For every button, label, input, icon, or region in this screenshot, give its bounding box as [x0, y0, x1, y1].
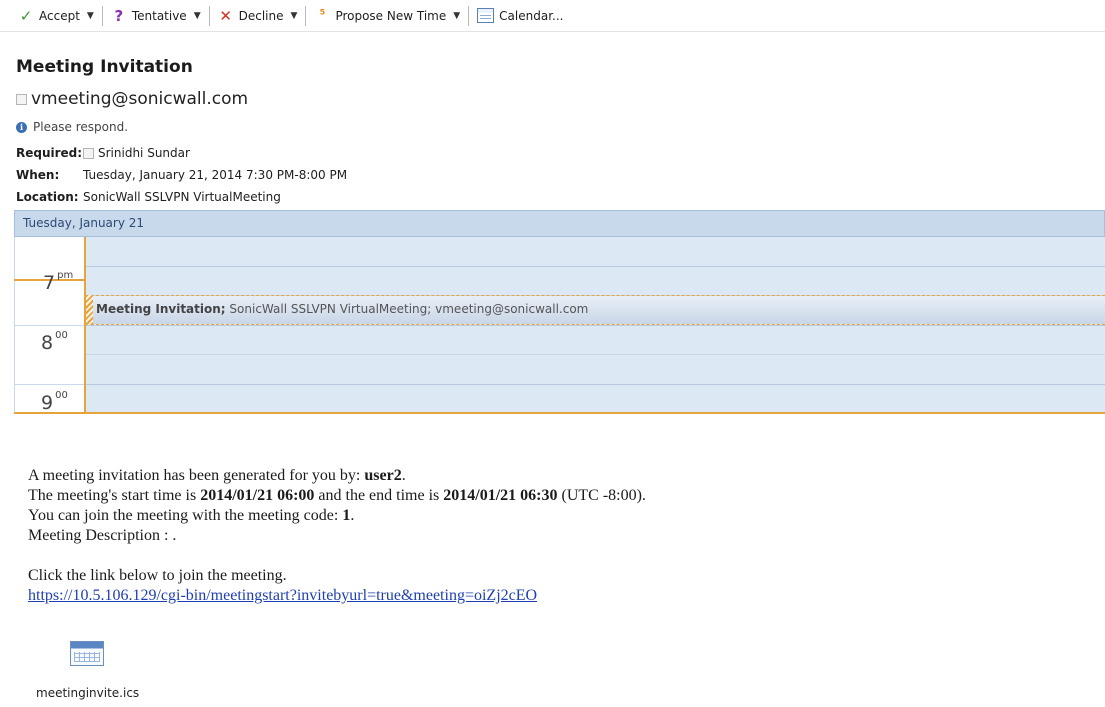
time-gutter — [14, 237, 85, 413]
when-value: Tuesday, January 21, 2014 7:30 PM-8:00 P… — [83, 168, 348, 182]
accept-label: Accept — [39, 8, 80, 23]
body-text: . — [401, 467, 406, 484]
attendee-presence-icon — [83, 147, 94, 159]
time-label-7pm: 7 pm — [43, 270, 74, 294]
calendar-bottom-border — [14, 412, 1105, 414]
location-label: Location: — [16, 190, 79, 204]
propose-time-icon: ⁵ — [319, 7, 326, 23]
required-attendee[interactable]: Srinidhi Sundar — [98, 146, 190, 160]
hour-suffix: 00 — [55, 330, 68, 341]
calendar-label: Calendar... — [499, 8, 564, 23]
info-bar: i Please respond. — [16, 120, 128, 134]
response-toolbar: ✓ Accept ▼ ? Tentative ▼ ✕ Decline ▼ ⁵ P… — [0, 0, 1105, 32]
body-line-6: https://10.5.106.129/cgi-bin/meetingstar… — [28, 586, 646, 606]
required-value-wrap: Srinidhi Sundar — [83, 146, 190, 160]
propose-label: Propose New Time — [335, 8, 447, 23]
cross-icon: ✕ — [219, 6, 232, 25]
calendar-file-icon — [70, 641, 104, 666]
info-icon: i — [16, 121, 27, 133]
body-line-3: You can join the meeting with the meetin… — [28, 506, 646, 526]
toolbar-separator — [305, 5, 307, 26]
tentative-hatch-marker — [86, 295, 93, 325]
sender-address[interactable]: vmeeting@sonicwall.com — [31, 89, 248, 109]
toolbar-separator — [101, 5, 103, 26]
body-text: You can join the meeting with the meetin… — [28, 507, 343, 524]
end-time: 2014/01/21 06:30 — [443, 487, 558, 504]
gutter-line — [15, 325, 85, 326]
body-text: . — [350, 507, 355, 524]
meeting-link[interactable]: https://10.5.106.129/cgi-bin/meetingstar… — [28, 587, 537, 604]
time-label-9: 9 00 — [41, 390, 68, 414]
hour-suffix: pm — [57, 270, 74, 281]
appointment-details: SonicWall SSLVPN VirtualMeeting; vmeetin… — [229, 302, 589, 316]
when-label: When: — [16, 168, 60, 182]
chevron-down-icon: ▼ — [193, 10, 201, 21]
decline-button[interactable]: ✕ Decline ▼ — [212, 4, 304, 28]
hour-text: 9 — [41, 392, 54, 414]
sender: vmeeting@sonicwall.com — [16, 89, 248, 109]
body-line-2: The meeting's start time is 2014/01/21 0… — [28, 486, 646, 506]
body-text: (UTC -8:00). — [557, 487, 646, 504]
accept-button[interactable]: ✓ Accept ▼ — [12, 4, 100, 28]
location-value: SonicWall SSLVPN VirtualMeeting — [83, 190, 281, 204]
grid-line — [86, 325, 1105, 326]
tentative-button[interactable]: ? Tentative ▼ — [105, 4, 207, 28]
tentative-label: Tentative — [131, 8, 187, 23]
hour-text: 7 — [43, 272, 56, 294]
time-label-8: 8 00 — [41, 330, 68, 354]
body-line-4: Meeting Description : . — [28, 527, 177, 544]
calendar-grid[interactable] — [84, 237, 1105, 413]
start-time: 2014/01/21 06:00 — [200, 487, 315, 504]
info-text: Please respond. — [33, 120, 129, 134]
gutter-line — [15, 384, 85, 385]
required-label: Required: — [16, 146, 83, 160]
checkmark-icon: ✓ — [19, 6, 33, 25]
appointment-title: Meeting Invitation; — [96, 302, 226, 316]
required-field: Required: Srinidhi Sundar — [16, 146, 190, 160]
calendar-preview: Tuesday, January 21 7 pm 8 00 9 00 Meeting … — [14, 210, 1105, 415]
location-field: Location: SonicWall SSLVPN VirtualMeetin… — [16, 190, 281, 204]
decline-label: Decline — [238, 8, 284, 23]
question-mark-icon: ? — [114, 6, 124, 25]
grid-line — [86, 354, 1105, 355]
chevron-down-icon: ▼ — [453, 10, 461, 21]
body-line-5: Click the link below to join the meeting… — [28, 567, 287, 584]
appointment-block[interactable]: Meeting Invitation; SonicWall SSLVPN Vir… — [86, 295, 1105, 325]
calendar-day-header: Tuesday, January 21 — [14, 210, 1105, 237]
body-text: and the end time is — [314, 487, 444, 504]
message-subject: Meeting Invitation — [16, 57, 193, 77]
propose-new-time-button[interactable]: ⁵ Propose New Time ▼ — [308, 4, 466, 28]
calendar-button[interactable]: Calendar... — [471, 4, 569, 28]
toolbar-separator — [468, 5, 470, 26]
hour-text: 8 — [41, 332, 54, 354]
calendar-icon — [477, 8, 495, 23]
toolbar-separator — [208, 5, 210, 26]
when-field: When: Tuesday, January 21, 2014 7:30 PM-… — [16, 168, 347, 182]
attachment-filename: meetinginvite.ics — [36, 686, 140, 700]
hour-suffix: 00 — [55, 390, 68, 401]
message-body: A meeting invitation has been generated … — [28, 466, 646, 606]
grid-line — [86, 384, 1105, 385]
chevron-down-icon: ▼ — [86, 10, 94, 21]
body-line-1: A meeting invitation has been generated … — [28, 466, 646, 486]
grid-line — [86, 266, 1105, 267]
body-text: A meeting invitation has been generated … — [28, 467, 365, 484]
chevron-down-icon: ▼ — [290, 10, 298, 21]
body-user: user2 — [364, 467, 402, 484]
sender-presence-icon — [16, 93, 27, 105]
body-text: The meeting's start time is — [28, 487, 201, 504]
